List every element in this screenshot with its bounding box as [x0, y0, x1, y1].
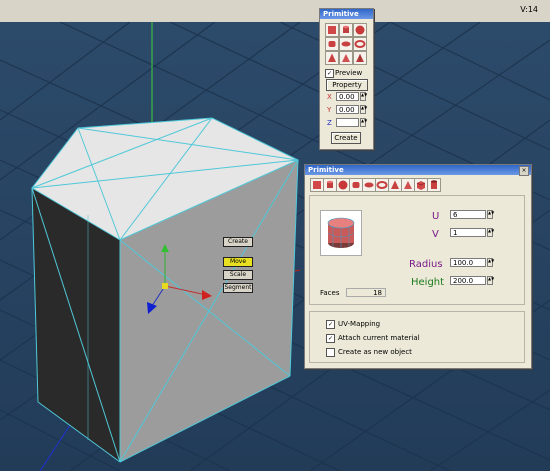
y-spinner[interactable]: ▲▼ [360, 105, 367, 114]
cylinder-preview-icon [327, 217, 355, 248]
tool-sphere-button[interactable] [353, 23, 367, 37]
u-field[interactable]: 6 [450, 210, 486, 219]
attach-material-checkbox[interactable]: ✓ [326, 334, 335, 343]
tool-cylinder-button[interactable] [339, 23, 353, 37]
create-new-object-checkbox[interactable] [326, 348, 335, 357]
cube-icon [416, 181, 426, 190]
segment-menu-button[interactable]: Segment [223, 283, 253, 293]
prism-icon [342, 54, 350, 62]
tool-cube-button[interactable] [414, 178, 428, 192]
rounded-cylinder-icon [328, 41, 336, 47]
torus-icon [376, 181, 388, 189]
tool-torus-button[interactable] [375, 178, 389, 192]
prism-icon [404, 181, 412, 189]
create-new-object-label: Create as new object [338, 348, 412, 356]
tool-rounded-cylinder-button[interactable] [325, 37, 339, 51]
v-label: V [432, 229, 439, 240]
tool-cylinder-button[interactable] [323, 178, 337, 192]
tool-box-button[interactable] [310, 178, 324, 192]
preview-thumbnail [320, 210, 362, 256]
box-icon [328, 26, 336, 34]
vertex-count: V:14 [520, 5, 538, 14]
u-spinner[interactable]: ▲▼ [487, 210, 494, 219]
z-label: Z [327, 119, 332, 127]
preview-label: Preview [335, 69, 363, 77]
cone-icon [328, 53, 336, 62]
y-field[interactable]: 0.00 [336, 105, 359, 114]
x-field[interactable]: 0.00 [336, 92, 359, 101]
sphere-icon [338, 180, 348, 190]
v-spinner[interactable]: ▲▼ [487, 228, 494, 237]
close-icon[interactable]: × [519, 166, 529, 176]
create-menu-button[interactable]: Create [223, 237, 253, 247]
create-button[interactable]: Create [331, 132, 361, 144]
x-label: X [327, 93, 332, 101]
tool-disc-button[interactable] [339, 37, 353, 51]
tool-cone-button[interactable] [325, 51, 339, 65]
tool-prism-button[interactable] [339, 51, 353, 65]
height-field[interactable]: 200.0 [450, 276, 486, 285]
tool-torus-button[interactable] [353, 37, 367, 51]
tool-box-button[interactable] [325, 23, 339, 37]
scale-menu-button[interactable]: Scale [223, 270, 253, 280]
uv-mapping-checkbox[interactable]: ✓ [326, 320, 335, 329]
parameters-panel: Faces 18 U 6 ▲▼ V 1 ▲▼ Radius 100.0 ▲▼ H… [309, 195, 525, 305]
preview-checkbox[interactable]: ✓ [325, 69, 334, 78]
cylinder-icon [327, 180, 333, 188]
z-spinner[interactable]: ▲▼ [360, 118, 367, 127]
tool-sphere-button[interactable] [336, 178, 350, 192]
pyramid-icon [356, 54, 364, 62]
primitive-palette: Primitive ✓ Preview Property X 0.00 ▲▼ Y… [319, 8, 374, 150]
radius-spinner[interactable]: ▲▼ [487, 258, 494, 267]
faces-count: 18 [346, 288, 386, 297]
sphere-icon [355, 25, 365, 35]
primitive-window-title[interactable]: Primitive [305, 165, 531, 175]
disc-icon [364, 182, 374, 188]
tool-pyramid-button[interactable] [353, 51, 367, 65]
faces-label: Faces [320, 289, 340, 297]
top-status-bar: V:14 [0, 0, 550, 23]
tool-cone-button[interactable] [388, 178, 402, 192]
pipe-icon [431, 180, 437, 189]
cone-icon [391, 180, 399, 189]
cylinder-icon [343, 25, 349, 33]
disc-icon [341, 41, 351, 47]
u-label: U [432, 211, 440, 222]
options-panel: ✓ UV-Mapping ✓ Attach current material C… [309, 311, 525, 363]
z-field[interactable] [336, 118, 359, 127]
y-label: Y [327, 106, 332, 114]
rounded-cylinder-icon [352, 182, 360, 188]
tool-pipe-button[interactable] [427, 178, 441, 192]
primitive-window: Primitive × Faces 18 U 6 ▲▼ V 1 ▲▼ Radiu… [304, 164, 532, 369]
property-button[interactable]: Property [326, 79, 368, 91]
tool-rounded-cylinder-button[interactable] [349, 178, 363, 192]
radius-label: Radius [409, 259, 443, 270]
torus-icon [354, 40, 366, 48]
move-menu-button[interactable]: Move [223, 257, 253, 267]
tool-prism-button[interactable] [401, 178, 415, 192]
gizmo-center-handle[interactable] [162, 283, 168, 289]
x-spinner[interactable]: ▲▼ [360, 92, 367, 101]
height-label: Height [411, 277, 445, 288]
tool-disc-button[interactable] [362, 178, 376, 192]
radius-field[interactable]: 100.0 [450, 258, 486, 267]
palette-title[interactable]: Primitive [320, 9, 373, 19]
v-field[interactable]: 1 [450, 228, 486, 237]
height-spinner[interactable]: ▲▼ [487, 276, 494, 285]
attach-material-label: Attach current material [338, 334, 420, 342]
box-icon [313, 181, 321, 189]
uv-mapping-label: UV-Mapping [338, 320, 381, 328]
